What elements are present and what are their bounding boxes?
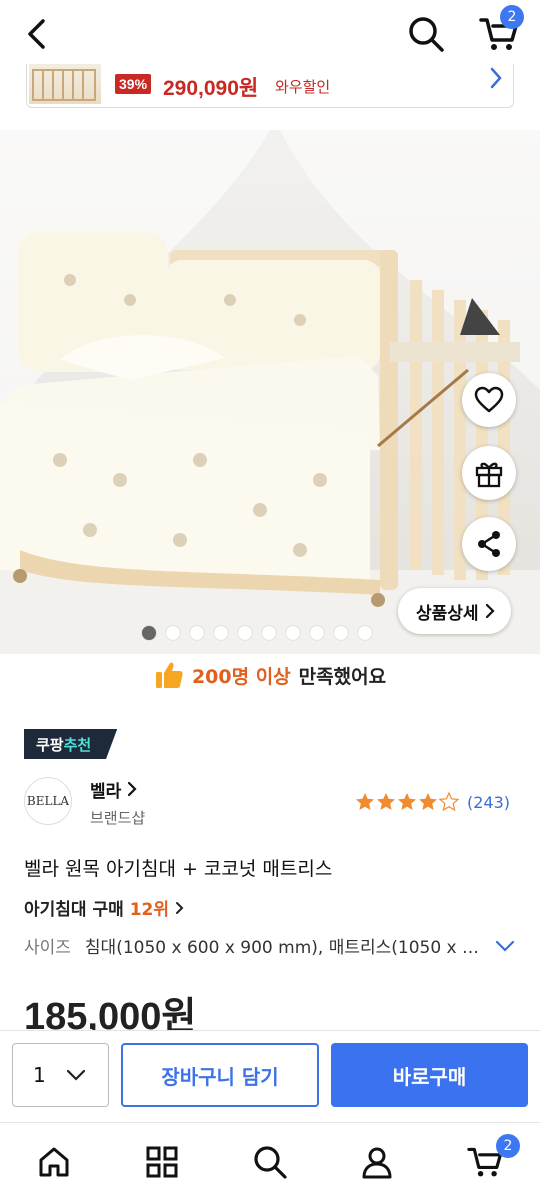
- nav-search[interactable]: [245, 1137, 295, 1187]
- pagination-dot[interactable]: [334, 626, 348, 640]
- brand-logo-text: BELLA: [26, 794, 70, 808]
- chevron-down-icon: [66, 1069, 85, 1081]
- image-pagination: [142, 626, 372, 640]
- pagination-dot[interactable]: [286, 626, 300, 640]
- pagination-dot[interactable]: [166, 626, 180, 640]
- nav-categories[interactable]: [137, 1137, 187, 1187]
- product-page: 2 39% 290,090원 와우할인 상품상세 200명 이상 만족했어요 쿠…: [0, 0, 540, 1201]
- chevron-right-icon: [128, 781, 137, 797]
- nav-home[interactable]: [29, 1137, 79, 1187]
- promo-price: 290,090원: [163, 77, 259, 100]
- pagination-dot[interactable]: [214, 626, 228, 640]
- grid-icon: [146, 1146, 178, 1178]
- recommend-tag: 쿠팡 추천: [24, 729, 118, 759]
- brand-name: 벨라: [90, 782, 122, 802]
- heart-icon: [474, 386, 504, 413]
- back-icon[interactable]: [18, 14, 54, 54]
- chevron-down-icon: [495, 940, 515, 952]
- brand-logo[interactable]: BELLA: [24, 777, 72, 825]
- option-label: 사이즈: [24, 938, 71, 958]
- satisfaction-text: 만족했어요: [298, 665, 387, 688]
- search-icon[interactable]: [404, 12, 448, 56]
- promo-thumbnail: [29, 62, 101, 104]
- buy-now-button[interactable]: 바로구매: [331, 1043, 528, 1107]
- recommend-prefix: 쿠팡: [36, 735, 64, 754]
- rank-prefix: 아기침대 구매: [24, 900, 124, 920]
- nav-my-account[interactable]: [352, 1137, 402, 1187]
- product-detail-label: 상품상세: [416, 603, 479, 624]
- share-icon: [478, 531, 500, 557]
- pagination-dot[interactable]: [358, 626, 372, 640]
- pagination-dot[interactable]: [142, 626, 156, 640]
- pagination-dot[interactable]: [238, 626, 252, 640]
- discount-badge: 39%: [115, 74, 152, 94]
- search-icon: [254, 1146, 287, 1179]
- bottom-nav: 2: [0, 1122, 540, 1201]
- quantity-value: 1: [33, 1063, 46, 1087]
- gift-icon: [475, 462, 503, 488]
- top-bar: 2: [0, 0, 540, 64]
- rating[interactable]: (243): [355, 792, 510, 812]
- chevron-right-icon: [175, 902, 184, 914]
- cart-count-badge: 2: [500, 5, 524, 29]
- promo-label: 와우할인: [275, 78, 331, 96]
- wishlist-button[interactable]: [462, 373, 516, 427]
- purchase-bar: 1 장바구니 담기 바로구매: [0, 1030, 540, 1122]
- user-icon: [362, 1147, 392, 1179]
- brand-shop-label: 브랜드샵: [90, 809, 146, 827]
- product-title: 벨라 원목 아기침대 + 코코넛 매트리스: [24, 858, 333, 880]
- pagination-dot[interactable]: [310, 626, 324, 640]
- home-icon: [39, 1147, 69, 1177]
- quantity-select[interactable]: 1: [12, 1043, 109, 1107]
- brand-link[interactable]: 벨라: [90, 777, 137, 802]
- add-to-cart-button[interactable]: 장바구니 담기: [121, 1043, 319, 1107]
- chevron-right-icon: [485, 603, 495, 619]
- pagination-dot[interactable]: [262, 626, 276, 640]
- product-image[interactable]: [0, 130, 540, 654]
- rank-number: 12위: [129, 900, 169, 920]
- pagination-dot[interactable]: [190, 626, 204, 640]
- rating-stars: [355, 792, 459, 812]
- chevron-right-icon: [489, 66, 503, 94]
- option-value: 침대(1050 x 600 x 900 mm), 매트리스(1050 x 600…: [84, 938, 484, 958]
- product-detail-button[interactable]: 상품상세: [398, 588, 511, 634]
- crib-illustration: [0, 130, 540, 654]
- satisfaction-count: 200명 이상: [191, 665, 291, 688]
- recommend-accent: 추천: [63, 735, 92, 754]
- gift-button[interactable]: [462, 446, 516, 500]
- category-rank[interactable]: 아기침대 구매 12위: [24, 895, 185, 920]
- review-count: (243): [466, 792, 510, 812]
- promo-banner[interactable]: 39% 290,090원 와우할인: [26, 58, 514, 108]
- satisfaction-banner: 200명 이상 만족했어요: [0, 660, 540, 690]
- option-selector[interactable]: 사이즈 침대(1050 x 600 x 900 mm), 매트리스(1050 x…: [24, 933, 516, 958]
- share-button[interactable]: [462, 517, 516, 571]
- thumbs-up-icon: [155, 662, 183, 688]
- nav-cart-badge: 2: [496, 1134, 520, 1158]
